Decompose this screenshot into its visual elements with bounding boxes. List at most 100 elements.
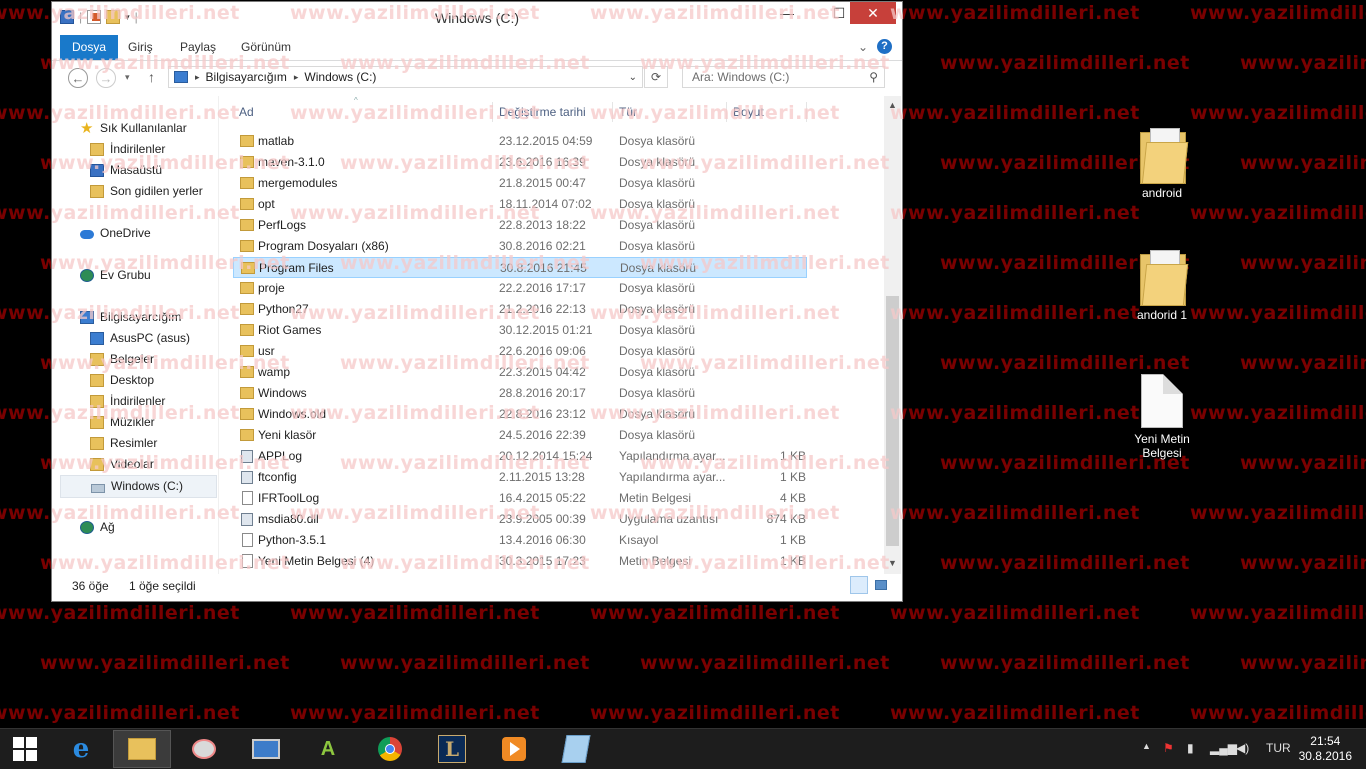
close-button[interactable]: ✕ bbox=[850, 2, 896, 24]
battery-icon[interactable]: ▮ bbox=[1187, 741, 1194, 755]
taskbar-file-explorer[interactable] bbox=[113, 730, 171, 768]
table-row[interactable]: proje 22.2.2016 17:17 Dosya klasörü bbox=[233, 278, 807, 299]
table-row[interactable]: Python27 21.2.2016 22:13 Dosya klasörü bbox=[233, 299, 807, 320]
desktop-icon-andorid-1[interactable]: andorid 1 bbox=[1122, 248, 1202, 322]
sidebar-item-6[interactable]: Ev Grubu bbox=[52, 265, 218, 286]
watermark-text: www.yazilimdilleri.net bbox=[890, 402, 1140, 424]
watermark-text: www.yazilimdilleri.net bbox=[940, 652, 1190, 674]
sidebar-item-1[interactable]: ★ Sık Kullanılanlar bbox=[52, 118, 218, 139]
sidebar-item-label: AsusPC (asus) bbox=[110, 331, 191, 345]
language-indicator[interactable]: TUR bbox=[1266, 741, 1291, 755]
table-row[interactable]: ftconfig 2.11.2015 13:28 Yapılandırma ayar… bbox=[233, 467, 807, 488]
taskbar-android-studio[interactable]: A bbox=[299, 730, 357, 768]
table-row[interactable]: Yeni klasör 24.5.2016 22:39 Dosya klasörü bbox=[233, 425, 807, 446]
pictures-folder-icon bbox=[90, 437, 104, 450]
folder-icon bbox=[240, 282, 254, 294]
clock[interactable]: 21:54 30.8.2016 bbox=[1299, 734, 1352, 764]
refresh-button[interactable]: ⟳ bbox=[644, 66, 668, 88]
sidebar-item-7[interactable]: Bilgisayarcığım bbox=[52, 307, 218, 328]
up-button[interactable]: ↑ bbox=[148, 69, 155, 85]
tab-dosya[interactable]: Dosya bbox=[60, 35, 119, 60]
show-hidden-icons-icon[interactable]: ▲ bbox=[1142, 741, 1151, 751]
sidebar-item-4[interactable]: Son gidilen yerler bbox=[52, 181, 218, 202]
large-icons-view-button[interactable] bbox=[872, 576, 890, 594]
desktop-icon-android[interactable]: android bbox=[1122, 126, 1202, 200]
help-icon[interactable]: ? bbox=[877, 39, 892, 54]
recent-locations-chevron-icon[interactable]: ▾ bbox=[125, 72, 130, 83]
table-row[interactable]: IFRToolLog 16.4.2015 05:22 Metin Belgesi 4 … bbox=[233, 488, 807, 509]
navigation-pane[interactable]: ★ Sık Kullanılanlar İndirilenler Masaüstü So… bbox=[52, 96, 218, 566]
taskbar-internet-explorer[interactable]: e bbox=[52, 730, 110, 768]
details-view-button[interactable] bbox=[850, 576, 868, 594]
taskbar-paint[interactable] bbox=[175, 730, 233, 768]
sidebar-item-14[interactable]: Videolar bbox=[52, 454, 218, 475]
table-row[interactable]: APPLog 20.12.2014 15:24 Yapılandırma ayar.… bbox=[233, 446, 807, 467]
explorer-window[interactable]: | ▾ | Windows (C:) — ☐ ✕ Dosya Giriş Pay… bbox=[51, 1, 903, 602]
table-row[interactable]: maven-3.1.0 23.6.2016 16:39 Dosya klasörü bbox=[233, 152, 807, 173]
sidebar-item-16[interactable]: Ağ bbox=[52, 517, 218, 538]
table-row[interactable]: matlab 23.12.2015 04:59 Dosya klasörü bbox=[233, 131, 807, 152]
network-signal-icon[interactable]: ▂▄▆ bbox=[1210, 741, 1237, 755]
sidebar-item-13[interactable]: Resimler bbox=[52, 433, 218, 454]
scrollbar-thumb[interactable] bbox=[886, 296, 899, 546]
sidebar-item-label: Windows (C:) bbox=[111, 479, 184, 493]
title-bar[interactable]: | ▾ | Windows (C:) — ☐ ✕ bbox=[52, 2, 902, 33]
file-date: 30.8.2016 21:45 bbox=[500, 261, 587, 275]
sidebar-item-10[interactable]: Desktop bbox=[52, 370, 218, 391]
sort-ascending-icon: ^ bbox=[354, 96, 358, 105]
sidebar-item-12[interactable]: Müzikler bbox=[52, 412, 218, 433]
tab-paylas[interactable]: Paylaş bbox=[168, 35, 228, 60]
taskbar-chrome[interactable] bbox=[361, 730, 419, 768]
sidebar-item-15[interactable]: Windows (C:) bbox=[60, 475, 217, 498]
forward-button[interactable]: → bbox=[96, 68, 116, 88]
desktop-icon-yeni-metin-belgesi[interactable]: Yeni Metin Belgesi bbox=[1122, 374, 1202, 460]
table-row-partial[interactable] bbox=[233, 113, 807, 125]
search-input[interactable]: Ara: Windows (C:) ⚲ bbox=[682, 66, 885, 88]
back-button[interactable]: ← bbox=[68, 68, 88, 88]
taskbar-media-player[interactable] bbox=[485, 730, 543, 768]
table-row[interactable]: wamp 22.3.2015 04:42 Dosya klasörü bbox=[233, 362, 807, 383]
taskbar-remote-desktop[interactable] bbox=[237, 730, 295, 768]
folder-icon bbox=[240, 408, 254, 420]
address-dropdown-icon[interactable]: ⌄ bbox=[629, 72, 637, 83]
file-name: IFRToolLog bbox=[258, 491, 320, 505]
sidebar-item-3[interactable]: Masaüstü bbox=[52, 160, 218, 181]
address-bar[interactable]: ▸ Bilgisayarcığım ▸ Windows (C:) ⌄ bbox=[168, 66, 643, 88]
table-row[interactable]: Program Dosyaları (x86) 30.8.2016 02:21 Do… bbox=[233, 236, 807, 257]
sidebar-item-5[interactable]: OneDrive bbox=[52, 223, 218, 244]
table-row[interactable]: msdia80.dll 23.9.2005 00:39 Uygulama uzant… bbox=[233, 509, 807, 530]
tab-giris[interactable]: Giriş bbox=[116, 35, 165, 60]
breadcrumb-bilgisayarcigim[interactable]: Bilgisayarcığım bbox=[206, 70, 287, 84]
tab-gorunum[interactable]: Görünüm bbox=[229, 35, 303, 60]
start-button[interactable] bbox=[0, 730, 50, 768]
sidebar-item-8[interactable]: AsusPC (asus) bbox=[52, 328, 218, 349]
action-center-icon[interactable]: ⚑ bbox=[1163, 741, 1174, 755]
table-row[interactable]: opt 18.11.2014 07:02 Dosya klasörü bbox=[233, 194, 807, 215]
sidebar-item-9[interactable]: Belgeler bbox=[52, 349, 218, 370]
scroll-up-icon[interactable]: ▲ bbox=[884, 100, 901, 110]
table-row[interactable]: usr 22.6.2016 09:06 Dosya klasörü bbox=[233, 341, 807, 362]
table-row[interactable]: Yeni Metin Belgesi (4) 30.3.2015 17:23 Met… bbox=[233, 551, 807, 572]
sidebar-item-11[interactable]: İndirilenler bbox=[52, 391, 218, 412]
watermark-text: www.yazilimdilleri.net bbox=[40, 652, 290, 674]
table-row[interactable]: Windows.old 22.8.2016 23:12 Dosya klasörü bbox=[233, 404, 807, 425]
taskbar-notepad[interactable] bbox=[547, 730, 605, 768]
file-type: Dosya klasörü bbox=[619, 281, 696, 295]
taskbar-league-of-legends[interactable]: L bbox=[423, 730, 481, 768]
folder-icon bbox=[240, 387, 254, 399]
file-list[interactable]: Ad ^ Değiştirme tarihi Tür Boyut matlab 2… bbox=[219, 96, 884, 576]
table-row[interactable]: Windows 28.8.2016 20:17 Dosya klasörü bbox=[233, 383, 807, 404]
breadcrumb-windows-c[interactable]: Windows (C:) bbox=[304, 70, 376, 84]
sidebar-item-2[interactable]: İndirilenler bbox=[52, 139, 218, 160]
table-row[interactable]: PerfLogs 22.8.2013 18:22 Dosya klasörü bbox=[233, 215, 807, 236]
file-date: 23.6.2016 16:39 bbox=[499, 155, 586, 169]
scroll-down-icon[interactable]: ▼ bbox=[884, 558, 901, 568]
volume-icon[interactable]: ◀) bbox=[1236, 741, 1249, 755]
expand-ribbon-icon[interactable]: ⌄ bbox=[858, 40, 868, 54]
table-row[interactable]: Python-3.5.1 13.4.2016 06:30 Kısayol 1 KB bbox=[233, 530, 807, 551]
table-row[interactable]: Riot Games 30.12.2015 01:21 Dosya klasörü bbox=[233, 320, 807, 341]
vertical-scrollbar[interactable]: ▲ ▼ bbox=[884, 96, 901, 574]
minimize-button[interactable]: — bbox=[764, 2, 810, 24]
table-row-selected[interactable]: Program Files 30.8.2016 21:45 Dosya klasör… bbox=[233, 257, 807, 278]
table-row[interactable]: mergemodules 21.8.2015 00:47 Dosya klasörü bbox=[233, 173, 807, 194]
